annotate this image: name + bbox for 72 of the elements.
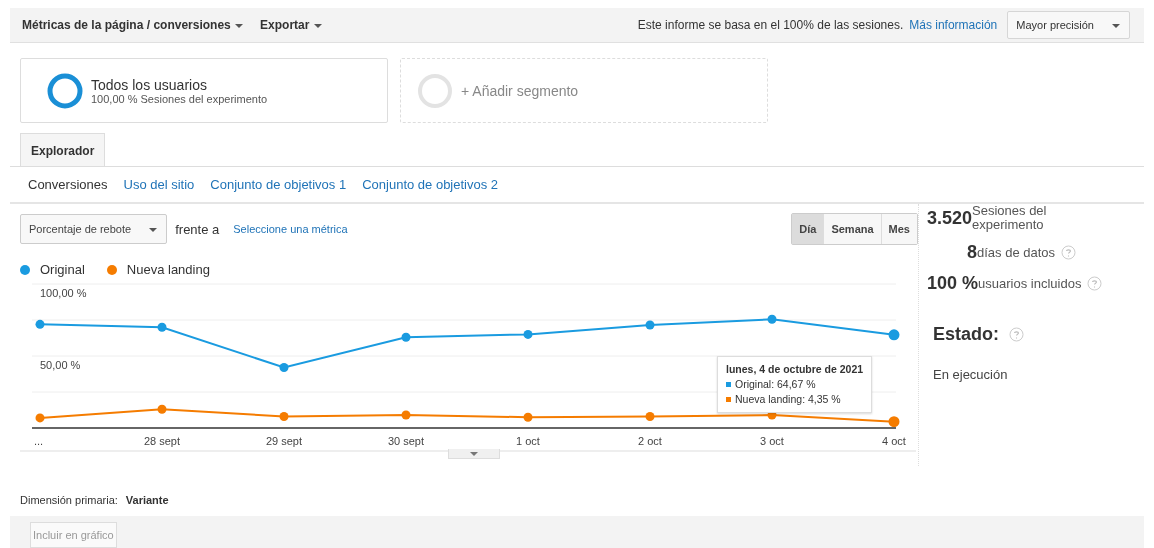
y-tick-label: 50,00 % [40,359,81,371]
select-metric-link[interactable]: Seleccione una métrica [233,223,348,235]
menu-dropdown[interactable]: Exportar [260,18,323,32]
data-point [279,412,289,421]
metric-dropdown[interactable]: Porcentaje de rebote [20,214,168,244]
help-icon[interactable] [1061,245,1077,260]
stat-value: 8 [967,242,977,263]
period-button[interactable]: Mes [880,214,917,244]
tooltip-title: lunes, 4 de octubre de 2021 [726,362,864,377]
period-button[interactable]: Semana [823,214,881,244]
explorer-tab[interactable]: Explorador [20,133,106,166]
data-point [523,329,533,339]
data-point [523,412,533,422]
x-tick-label: 4 oct [882,435,906,447]
data-point [401,332,411,342]
y-tick-label: 100,00 % [40,287,87,299]
x-tick-label: 30 sept [387,435,425,447]
report-tab[interactable]: Conversiones [28,177,108,192]
period-button[interactable]: Día [792,214,824,244]
x-tick-label: 28 sept [143,435,181,447]
tooltip-value: Nueva landing: 4,35 % [735,392,841,407]
data-point [645,320,655,330]
tooltip-value: Original: 64,67 % [735,377,816,392]
caret-icon [1111,23,1121,29]
status-value: En ejecución [933,367,1009,382]
caret-icon [148,227,159,233]
stat-label: usuarios incluidos [978,276,1082,291]
add-segment-label: + Añadir segmento [461,82,579,99]
report-tab[interactable]: Conjunto de objetivos 1 [210,177,347,192]
caret-icon [312,23,323,29]
caret-icon [234,23,245,29]
data-point [157,322,167,332]
versus-label: frente a [175,221,220,237]
data-point [35,413,45,423]
stat-label: Sesiones del experimento [972,204,1048,232]
empty-ring-icon [417,72,453,109]
status-title: Estado: [933,324,999,345]
data-point [888,329,900,341]
data-point [157,404,167,414]
help-icon[interactable] [1009,327,1024,342]
data-point [279,363,289,372]
dimension-value: Variante [125,494,169,506]
data-point [645,412,655,421]
data-point [767,314,777,324]
data-point [401,410,411,420]
sampling-notice: Este informe se basa en el 100% de las sesiones. [637,18,904,32]
precision-dropdown[interactable]: Mayor precisión [1007,11,1130,39]
report-tab[interactable]: Uso del sitio [123,177,195,192]
data-point [35,319,45,329]
segment-name: Todos los usuarios [91,76,208,93]
expand-chart-button[interactable] [448,449,500,459]
stat-value: 3.520 [927,207,973,228]
x-tick-label: 29 sept [265,435,303,447]
legend-label: Nueva landing [126,262,210,277]
stat-label: días de datos [977,245,1056,260]
segment-detail: 100,00 % Sesiones del experimento [91,92,268,105]
x-tick-label: 2 oct [638,435,662,447]
more-info-link[interactable]: Más información [909,18,998,32]
x-tick-label: 3 oct [760,435,784,447]
legend-label: Original [40,262,85,277]
menu-dropdown[interactable]: Métricas de la página / conversiones [22,18,245,32]
stat-value: 100 % [927,273,979,294]
data-point [888,416,900,428]
x-tick-label: ... [34,435,44,447]
x-tick-label: 1 oct [516,435,540,447]
report-tab[interactable]: Conjunto de objetivos 2 [362,177,499,192]
segment-card[interactable]: Todos los usuarios 100,00 % Sesiones del experimento [20,58,388,123]
dimension-label: Dimensión primaria: [20,494,118,506]
segment-ring-icon [47,72,83,109]
caret-icon [469,450,479,457]
add-segment-card[interactable]: + Añadir segmento [400,58,768,123]
help-icon[interactable] [1087,276,1103,291]
